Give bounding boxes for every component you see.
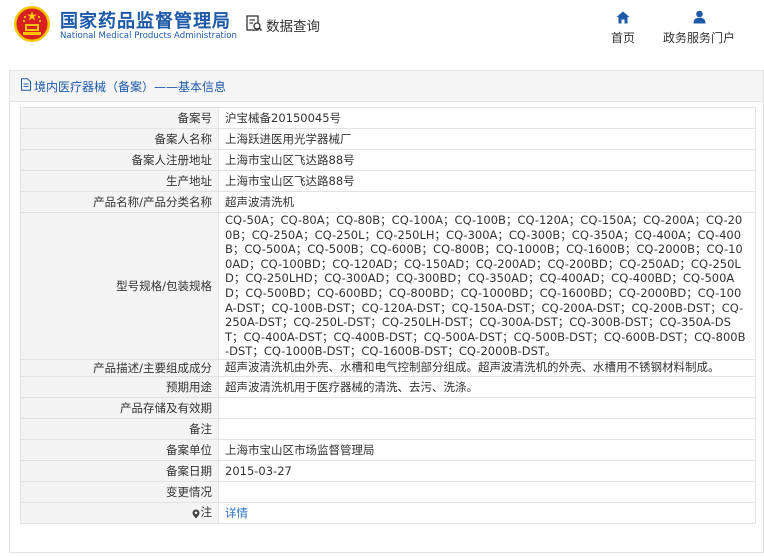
note-label: 注 bbox=[200, 505, 213, 520]
table-row: 注 详情 bbox=[20, 501, 756, 524]
table-row: 备注 bbox=[20, 417, 756, 440]
table-row: 备案单位 上海市宝山区市场监督管理局 bbox=[20, 438, 756, 461]
national-emblem-icon bbox=[13, 5, 51, 43]
nav-home-label: 首页 bbox=[610, 31, 635, 45]
table-row: 生产地址 上海市宝山区飞达路88号 bbox=[20, 170, 756, 192]
table-row: 型号规格/包装规格 CQ-50A；CQ-80A；CQ-80B；CQ-100A；C… bbox=[20, 212, 756, 360]
filing-unit-value: 上海市宝山区市场监督管理局 bbox=[218, 438, 756, 461]
note-value-cell: 详情 bbox=[218, 501, 756, 524]
product-description-value: 超声波清洗机由外壳、水槽和电气控制部分组成。超声波清洗机的外壳、水槽用不锈钢材料… bbox=[218, 358, 756, 377]
panel-title-text: 境内医疗器械（备案）——基本信息 bbox=[34, 79, 227, 94]
note-label-cell: 注 bbox=[20, 501, 219, 524]
document-icon bbox=[20, 78, 34, 94]
nav-service-portal[interactable]: 政务服务门户 bbox=[656, 9, 742, 46]
row-label: 备案人名称 bbox=[20, 128, 219, 150]
row-label: 备案单位 bbox=[20, 438, 219, 461]
details-link[interactable]: 详情 bbox=[225, 506, 248, 520]
row-label: 产品名称/产品分类名称 bbox=[20, 191, 219, 213]
agency-name-cn: 国家药品监督管理局 bbox=[60, 11, 231, 32]
record-number-value: 沪宝械备20150045号 bbox=[218, 107, 756, 129]
model-spec-value: CQ-50A；CQ-80A；CQ-80B；CQ-100A；CQ-100B；CQ-… bbox=[218, 212, 756, 360]
row-label: 预期用途 bbox=[20, 375, 219, 398]
row-label: 备注 bbox=[20, 417, 219, 440]
user-icon bbox=[693, 9, 706, 25]
row-label: 产品描述/主要组成成分 bbox=[20, 358, 219, 377]
data-query-link[interactable]: 数据查询 bbox=[245, 15, 320, 35]
nav-service-portal-label: 政务服务门户 bbox=[662, 31, 735, 45]
row-label: 型号规格/包装规格 bbox=[20, 212, 219, 360]
nav-home[interactable]: 首页 bbox=[606, 9, 640, 46]
table-row: 备案人名称 上海跃进医用光学器械厂 bbox=[20, 128, 756, 150]
record-info-table: 备案号 沪宝械备20150045号 备案人名称 上海跃进医用光学器械厂 备案人注… bbox=[20, 107, 756, 524]
filing-date-value: 2015-03-27 bbox=[218, 459, 756, 482]
home-icon bbox=[616, 9, 630, 25]
row-label: 备案人注册地址 bbox=[20, 149, 219, 171]
table-row: 备案日期 2015-03-27 bbox=[20, 459, 756, 482]
intended-use-value: 超声波清洗机用于医疗器械的清洗、去污、洗涤。 bbox=[218, 375, 756, 398]
product-name-value: 超声波清洗机 bbox=[218, 191, 756, 213]
row-label: 备案日期 bbox=[20, 459, 219, 482]
remarks-value bbox=[218, 417, 756, 440]
table-row: 备案号 沪宝械备20150045号 bbox=[20, 107, 756, 129]
table-row: 变更情况 bbox=[20, 480, 756, 503]
table-row: 预期用途 超声波清洗机用于医疗器械的清洗、去污、洗涤。 bbox=[20, 375, 756, 398]
filer-name-value: 上海跃进医用光学器械厂 bbox=[218, 128, 756, 150]
agency-name-en: National Medical Products Administration bbox=[60, 31, 237, 41]
table-row: 产品描述/主要组成成分 超声波清洗机由外壳、水槽和电气控制部分组成。超声波清洗机… bbox=[20, 358, 756, 377]
production-address-value: 上海市宝山区飞达路88号 bbox=[218, 170, 756, 192]
row-label: 产品存储及有效期 bbox=[20, 396, 219, 419]
basic-info-panel: 境内医疗器械（备案）——基本信息 备案号 沪宝械备20150045号 备案人名称… bbox=[9, 70, 764, 553]
storage-validity-value bbox=[218, 396, 756, 419]
site-header: 国家药品监督管理局 National Medical Products Admi… bbox=[0, 0, 764, 58]
change-status-value bbox=[218, 480, 756, 503]
data-query-icon bbox=[245, 14, 266, 36]
table-row: 备案人注册地址 上海市宝山区飞达路88号 bbox=[20, 149, 756, 171]
panel-header: 境内医疗器械（备案）——基本信息 bbox=[10, 71, 763, 102]
row-label: 备案号 bbox=[20, 107, 219, 129]
row-label: 变更情况 bbox=[20, 480, 219, 503]
row-label: 生产地址 bbox=[20, 170, 219, 192]
location-pin-icon bbox=[192, 508, 200, 519]
table-row: 产品存储及有效期 bbox=[20, 396, 756, 419]
data-query-label: 数据查询 bbox=[266, 19, 320, 35]
panel-title: 境内医疗器械（备案）——基本信息 bbox=[20, 78, 226, 95]
registered-address-value: 上海市宝山区飞达路88号 bbox=[218, 149, 756, 171]
table-row: 产品名称/产品分类名称 超声波清洗机 bbox=[20, 191, 756, 213]
